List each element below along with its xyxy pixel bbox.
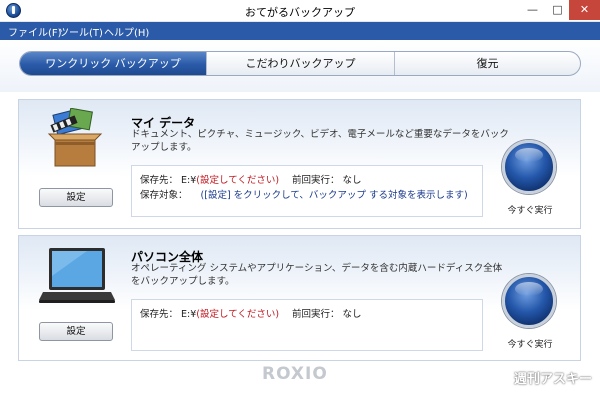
my-data-settings-button[interactable]: 設定 — [39, 188, 113, 207]
destination-status: (設定してください) — [196, 309, 280, 320]
menu-tools[interactable]: ツール(T) — [59, 24, 103, 39]
pc-all-last-run-row: 前回実行： なし — [292, 306, 362, 320]
my-data-run-now-label: 今すぐ実行 — [507, 206, 553, 216]
pc-all-panel: パソコン全体 オペレーティング システムやアプリケーション、データを含む内蔵ハー… — [18, 235, 581, 361]
close-button[interactable]: ✕ — [569, 0, 600, 20]
my-data-target-row: 保存対象： ([設定] をクリックして、バックアップ する対象を表示します) — [140, 187, 468, 201]
title-bar: おてがるバックアップ — □ ✕ — [0, 0, 600, 22]
tab-one-click-backup[interactable]: ワンクリック バックアップ — [20, 52, 206, 75]
maximize-button[interactable]: □ — [545, 0, 570, 20]
my-data-box-icon — [47, 108, 103, 167]
minimize-button[interactable]: — — [520, 0, 545, 20]
destination-label: 保存先： — [140, 309, 179, 320]
tab-strip: ワンクリック バックアップ こだわりバックアップ 復元 — [19, 51, 581, 76]
laptop-icon — [39, 248, 115, 303]
menu-file[interactable]: ファイル(F) — [8, 24, 62, 39]
pc-all-settings-button[interactable]: 設定 — [39, 322, 113, 341]
last-run-label: 前回実行： — [292, 309, 340, 320]
menu-help[interactable]: ヘルプ(H) — [104, 24, 149, 39]
run-button-shine — [515, 148, 543, 162]
my-data-last-run-row: 前回実行： なし — [292, 172, 362, 186]
pc-all-run-now-label: 今すぐ実行 — [507, 340, 553, 350]
pc-all-description: オペレーティング システムやアプリケーション、データを含む内蔵ハードディスク全体… — [131, 263, 503, 287]
tab-restore[interactable]: 復元 — [394, 52, 580, 75]
last-run-value: なし — [342, 309, 362, 320]
my-data-description: ドキュメント、ピクチャ、ミュージック、ビデオ、電子メールなど重要なデータをバック… — [131, 129, 509, 153]
pc-all-info-box: 保存先： E:¥(設定してください) 前回実行： なし — [131, 299, 483, 351]
ascii-watermark: 週刊アスキー — [514, 372, 593, 387]
pc-all-run-now-button[interactable] — [502, 274, 556, 328]
destination-label: 保存先： — [140, 175, 179, 186]
my-data-info-box: 保存先： E:¥(設定してください) 前回実行： なし 保存対象： ([設定] … — [131, 165, 483, 217]
last-run-label: 前回実行： — [292, 175, 340, 186]
tab-custom-backup[interactable]: こだわりバックアップ — [206, 52, 394, 75]
last-run-value: なし — [342, 175, 362, 186]
destination-status: (設定してください) — [196, 175, 280, 186]
pc-all-destination-row: 保存先： E:¥(設定してください) — [140, 306, 279, 320]
window-title: おてがるバックアップ — [245, 6, 355, 19]
run-button-shine — [515, 282, 543, 296]
my-data-panel: マイ データ ドキュメント、ピクチャ、ミュージック、ビデオ、電子メールなど重要な… — [18, 99, 581, 229]
destination-drive: E:¥ — [181, 309, 197, 320]
tab-area: ワンクリック バックアップ こだわりバックアップ 復元 — [0, 40, 600, 92]
my-data-run-now-button[interactable] — [502, 140, 556, 194]
my-data-destination-row: 保存先： E:¥(設定してください) — [140, 172, 279, 186]
target-label: 保存対象： — [140, 190, 188, 201]
menu-bar: ファイル(F) ツール(T) ヘルプ(H) — [0, 22, 600, 40]
destination-drive: E:¥ — [181, 175, 197, 186]
target-value: ([設定] をクリックして、バックアップ する対象を表示します) — [200, 190, 468, 201]
roxio-logo: ROXIO — [262, 364, 328, 384]
